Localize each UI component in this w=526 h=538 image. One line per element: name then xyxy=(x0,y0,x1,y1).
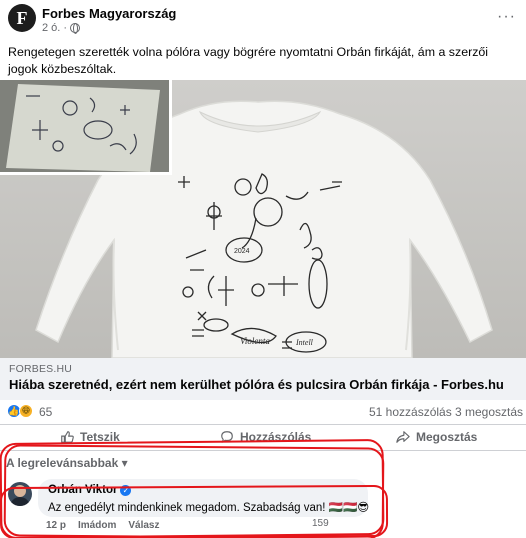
action-row: Tetszik Hozzászólás Megosztás xyxy=(0,424,526,450)
comment-reaction-count[interactable]: 159 xyxy=(312,518,329,529)
like-button[interactable]: Tetszik xyxy=(60,430,120,444)
post-image[interactable]: Violenta Intell 2024 xyxy=(0,80,526,358)
inset-paper-photo xyxy=(0,80,169,172)
comment-label: Hozzászólás xyxy=(240,430,312,444)
comment-time[interactable]: 12 p xyxy=(46,520,66,531)
more-options-button[interactable]: ··· xyxy=(497,8,516,26)
link-preview[interactable]: FORBES.HU Hiába szeretnéd, ezért nem ker… xyxy=(0,358,526,400)
comment-meta: 12 p Imádom Válasz xyxy=(46,520,160,531)
shares-count[interactable]: 3 megosztás xyxy=(455,405,523,419)
inset-photo[interactable] xyxy=(0,80,172,175)
commenter-name-text: Orbán Viktor xyxy=(48,484,118,496)
link-title[interactable]: Hiába szeretnéd, ezért nem kerülhet póló… xyxy=(9,377,504,392)
comments-sort-dropdown[interactable]: A legrelevánsabbak ▾ xyxy=(6,456,128,470)
comment-bubble: Orbán Viktor ✓ Az engedélyt mindenkinek … xyxy=(38,479,370,517)
globe-icon xyxy=(70,23,81,34)
post-meta: 2 ó. · xyxy=(42,22,81,34)
comments-count[interactable]: 51 hozzászólás xyxy=(369,405,452,419)
verified-badge-icon: ✓ xyxy=(120,484,132,496)
commenter-name[interactable]: Orbán Viktor ✓ xyxy=(48,484,132,496)
doodle-label-2: Intell xyxy=(295,338,314,347)
post-header: F Forbes Magyarország 2 ó. · ··· xyxy=(0,0,526,42)
commenter-avatar[interactable] xyxy=(8,482,32,506)
comment-button[interactable]: Hozzászólás xyxy=(220,430,311,444)
comment-icon xyxy=(221,431,233,443)
stats-row: 👍 😆 65 51 hozzászólás 3 megosztás xyxy=(0,400,526,424)
page-avatar[interactable]: F xyxy=(8,4,36,32)
thumbs-up-icon xyxy=(61,431,74,443)
doodle-label-1: Violenta xyxy=(240,336,270,346)
share-icon xyxy=(396,431,410,443)
comment-text: Az engedélyt mindenkinek megadom. Szabad… xyxy=(48,502,370,514)
haha-reaction-icon[interactable]: 😆 xyxy=(19,404,33,418)
comments-sort-row: A legrelevánsabbak ▾ xyxy=(0,450,526,472)
meta-separator: · xyxy=(63,22,68,34)
page-name-link[interactable]: Forbes Magyarország xyxy=(42,6,176,21)
post-time[interactable]: 2 ó. xyxy=(42,22,60,34)
comment-item: Orbán Viktor ✓ Az engedélyt mindenkinek … xyxy=(0,474,526,538)
like-label: Tetszik xyxy=(80,430,120,444)
comment-reply-button[interactable]: Válasz xyxy=(128,520,159,531)
share-label: Megosztás xyxy=(416,430,478,444)
post-text: Rengetegen szerették volna pólóra vagy b… xyxy=(8,45,489,76)
link-domain: FORBES.HU xyxy=(9,363,73,375)
doodle-label-3: 2024 xyxy=(234,248,250,255)
share-button[interactable]: Megosztás xyxy=(396,430,477,444)
comment-like-button[interactable]: Imádom xyxy=(78,520,116,531)
reactions-count[interactable]: 65 xyxy=(39,405,52,419)
